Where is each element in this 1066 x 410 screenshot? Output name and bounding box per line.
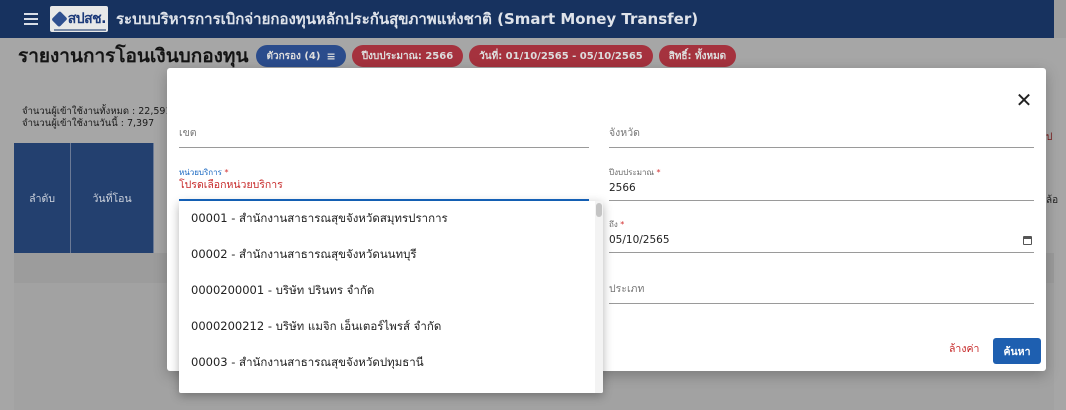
usage-stats: จำนวนผู้เข้าใช้งานทั้งหมด : 22,591 จำนวน… xyxy=(22,106,172,130)
total-users-stat: จำนวนผู้เข้าใช้งานทั้งหมด : 22,591 xyxy=(22,106,172,117)
to-date-field[interactable]: ถึง * 05/10/2565 xyxy=(609,218,1034,253)
today-users-stat: จำนวนผู้เข้าใช้งานวันนี้ : 7,397 xyxy=(22,118,155,129)
type-field[interactable]: ประเภท xyxy=(609,274,1034,304)
search-button[interactable]: ค้นหา xyxy=(993,338,1041,364)
to-date-value: 05/10/2565 xyxy=(609,234,670,246)
type-placeholder: ประเภท xyxy=(609,283,645,295)
close-icon[interactable]: ✕ xyxy=(1014,90,1034,110)
filter-icon: ≡ xyxy=(326,49,336,63)
column-header-index: ลำดับ xyxy=(14,143,72,253)
logo-text: สปสช. xyxy=(67,11,107,27)
edge-fragment: ป xyxy=(1046,132,1053,143)
date-range-chip[interactable]: วันที่: 01/10/2565 - 05/10/2565 xyxy=(469,45,653,67)
rights-chip[interactable]: สิทธิ์: ทั้งหมด xyxy=(658,45,737,67)
list-item-partial[interactable] xyxy=(179,381,603,393)
list-item[interactable]: 0000200212 - บริษัท แมจิก เอ็นเตอร์ไพรส์… xyxy=(179,309,603,345)
page-title: รายงานการโอนเงินบกองทุน xyxy=(18,45,249,67)
dropdown-scrollbar[interactable] xyxy=(595,201,603,393)
app-title: ระบบบริหารการเบิกจ่ายกองทุนหลักประกันสุข… xyxy=(116,10,699,28)
nhso-logo: สปสช. xyxy=(50,6,108,32)
fiscal-year-chip[interactable]: ปีงบประมาณ: 2566 xyxy=(351,45,464,67)
filter-chip[interactable]: ตัวกรอง (4) ≡ xyxy=(256,45,346,67)
fiscal-year-field[interactable]: ปีงบประมาณ * 2566 xyxy=(609,166,1034,201)
logo-mark-icon xyxy=(51,10,68,28)
service-unit-select[interactable]: หน่วยบริการ * โปรดเลือกหน่วยบริการ xyxy=(179,166,589,201)
list-item[interactable]: 00002 - สำนักงานสาธารณสุขจังหวัดนนทบุรี xyxy=(179,237,603,273)
to-date-label: ถึง * xyxy=(609,220,625,229)
calendar-icon[interactable] xyxy=(1023,236,1032,245)
clear-button[interactable]: ล้างค่า xyxy=(949,340,979,357)
list-item[interactable]: 00003 - สำนักงานสาธารณสุขจังหวัดปทุมธานี xyxy=(179,345,603,381)
list-item[interactable]: 0000200001 - บริษัท ปรินทร จำกัด xyxy=(179,273,603,309)
province-field[interactable]: จังหวัด xyxy=(609,120,1034,148)
edge-fragment: ล้อ xyxy=(1046,195,1059,206)
zone-placeholder: เขต xyxy=(179,127,197,139)
province-placeholder: จังหวัด xyxy=(609,127,640,139)
table-header: ลำดับ วันที่โอน xyxy=(14,143,154,253)
service-unit-value: โปรดเลือกหน่วยบริการ xyxy=(179,179,283,191)
menu-icon[interactable] xyxy=(24,13,38,25)
zone-field[interactable]: เขต xyxy=(179,120,589,148)
filter-chip-label: ตัวกรอง (4) xyxy=(266,50,321,62)
list-item[interactable]: 00001 - สำนักงานสาธารณสุขจังหวัดสมุทรปรา… xyxy=(179,201,603,237)
column-header-transfer-date: วันที่โอน xyxy=(71,143,154,253)
scrollbar-thumb[interactable] xyxy=(596,203,602,217)
fiscal-year-value: 2566 xyxy=(609,182,636,194)
service-unit-dropdown: 00001 - สำนักงานสาธารณสุขจังหวัดสมุทรปรา… xyxy=(179,201,603,393)
fiscal-year-label: ปีงบประมาณ * xyxy=(609,168,661,177)
top-app-bar: สปสช. ระบบบริหารการเบิกจ่ายกองทุนหลักประ… xyxy=(0,0,1066,38)
